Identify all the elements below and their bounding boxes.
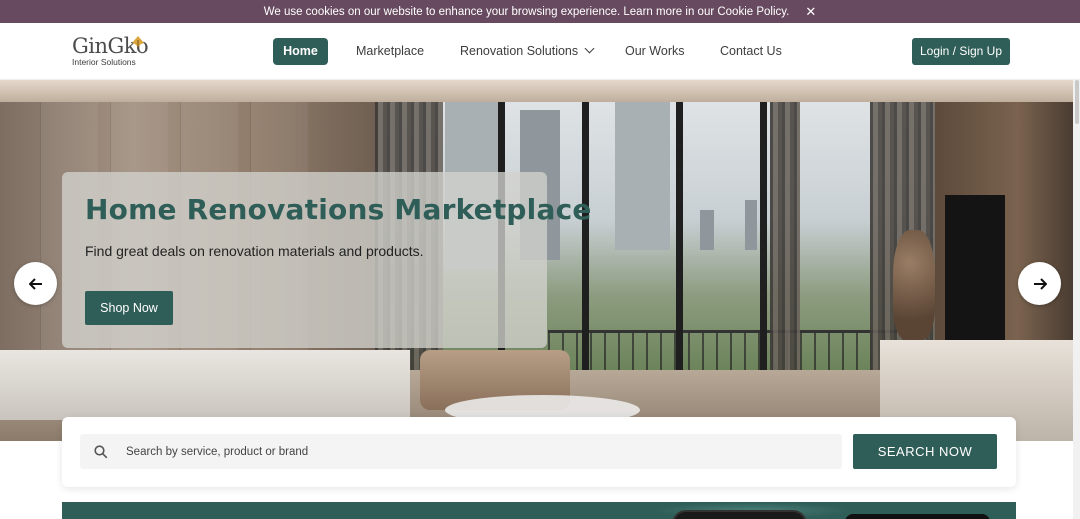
window-frame <box>676 88 683 408</box>
tv-cabinet <box>0 350 410 420</box>
hero-subtitle: Find great deals on renovation materials… <box>85 243 424 259</box>
search-now-button[interactable]: SEARCH NOW <box>853 434 997 469</box>
ginkgo-leaf-icon <box>132 36 144 48</box>
slider-prev-button[interactable] <box>14 262 57 305</box>
hero-title: Home Renovations Marketplace <box>85 193 592 226</box>
search-input[interactable] <box>120 434 820 469</box>
nav-renovation-solutions[interactable]: Renovation Solutions <box>460 38 595 65</box>
scrollbar-thumb[interactable] <box>1075 80 1079 124</box>
logo-tagline: Interior Solutions <box>72 57 136 67</box>
window-frame <box>582 88 589 408</box>
phone-image <box>672 510 807 519</box>
cookie-banner: We use cookies on our website to enhance… <box>0 0 1080 23</box>
phone-image <box>845 514 990 519</box>
nav-contact-us[interactable]: Contact Us <box>720 38 782 65</box>
page-scrollbar[interactable] <box>1073 80 1080 519</box>
building <box>745 200 757 250</box>
cookie-text: We use cookies on our website to enhance… <box>263 5 790 18</box>
promo-banner <box>62 502 1016 519</box>
building <box>700 210 714 250</box>
search-icon <box>94 445 108 459</box>
slider-next-button[interactable] <box>1018 262 1061 305</box>
arrow-left-icon <box>28 277 42 290</box>
login-signup-button[interactable]: Login / Sign Up <box>912 38 1010 65</box>
building <box>615 100 670 250</box>
window-frame <box>760 88 767 408</box>
site-header: GinGko Interior Solutions Home Marketpla… <box>0 23 1080 80</box>
sculpture <box>893 230 935 340</box>
arrow-right-icon <box>1033 277 1047 290</box>
nav-renovation-label: Renovation Solutions <box>460 44 579 58</box>
ceiling <box>0 80 1073 102</box>
nav-our-works[interactable]: Our Works <box>625 38 685 65</box>
logo[interactable]: GinGko Interior Solutions <box>72 34 152 70</box>
chevron-down-icon <box>584 43 595 54</box>
shop-now-button[interactable]: Shop Now <box>85 291 173 325</box>
nav-home[interactable]: Home <box>273 38 328 65</box>
nav-marketplace[interactable]: Marketplace <box>356 38 424 65</box>
close-icon[interactable]: ✕ <box>805 5 816 18</box>
